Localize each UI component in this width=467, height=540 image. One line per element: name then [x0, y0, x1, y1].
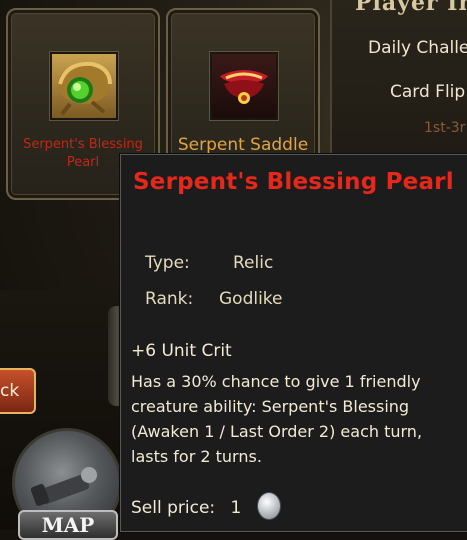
item-name: Serpent Saddle [177, 135, 309, 155]
map-label[interactable]: MAP [18, 510, 118, 540]
daily-challenge-link[interactable]: Daily Challe [368, 38, 467, 58]
sell-price-value: 1 [230, 498, 242, 518]
back-button[interactable]: ck [0, 368, 36, 414]
serpent-pearl-icon [50, 52, 118, 120]
serpent-saddle-icon [210, 52, 278, 120]
item-description: Has a 30% chance to give 1 friendly crea… [131, 372, 423, 466]
item-tooltip: Serpent's Blessing Pearl Type: Relic Ran… [120, 154, 467, 532]
card-flip-link[interactable]: Card Flip [390, 82, 465, 102]
player-info-title: Player In [355, 0, 467, 16]
sell-price-label: Sell price: [131, 498, 216, 518]
type-value: Relic [233, 253, 274, 273]
silver-coin-icon [257, 492, 281, 520]
rank-value: Godlike [219, 289, 283, 309]
sell-price-row: Sell price: 1 [131, 498, 241, 518]
stat-bonus: +6 Unit Crit [131, 341, 232, 361]
type-label: Type: [145, 253, 190, 273]
tooltip-title: Serpent's Blessing Pearl [133, 169, 454, 195]
rank-range-text: 1st-3r [424, 120, 466, 136]
rank-label: Rank: [145, 289, 194, 309]
